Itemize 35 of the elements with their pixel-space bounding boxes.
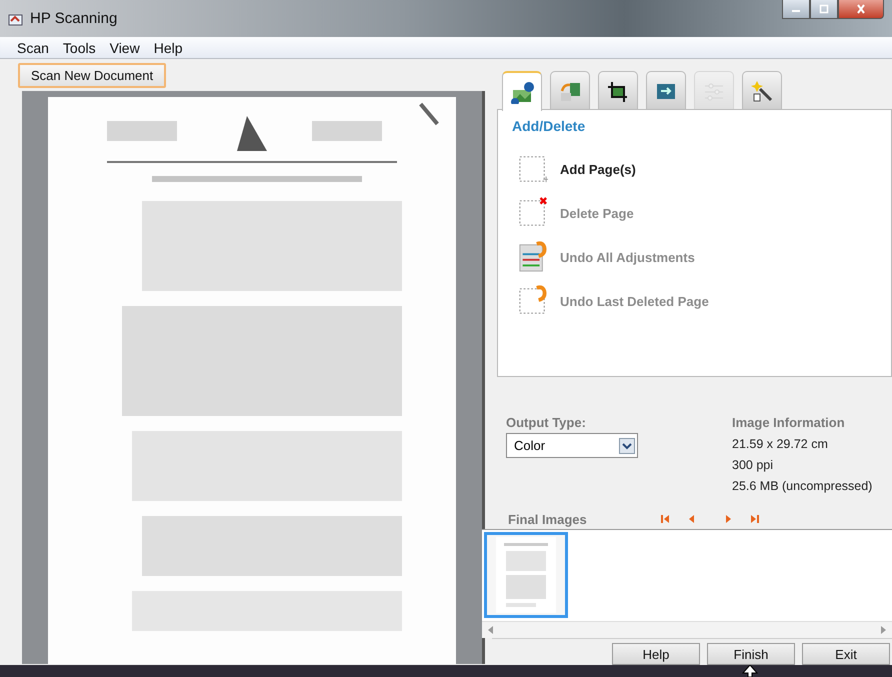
maximize-icon [818,4,830,14]
menu-item[interactable]: View [102,40,147,56]
output-type-label: Output Type: [506,415,587,430]
undo-sliders-icon [518,240,548,274]
magic-wand-icon [750,78,774,102]
menu-item[interactable]: Tools [56,40,103,56]
tab[interactable] [598,71,638,109]
dialog-button[interactable]: Finish [707,643,795,665]
maximize-button[interactable] [810,0,838,19]
scroll-right-icon[interactable] [880,626,886,634]
scan-new-document-button[interactable]: Scan New Document [18,63,166,88]
final-images-label: Final Images [508,512,588,526]
first-page-icon[interactable] [660,514,670,524]
page-thumbnail[interactable] [484,532,568,618]
tab[interactable] [742,71,782,109]
minimize-button[interactable] [782,0,810,19]
image-info-text: 300 ppi [732,458,774,472]
menu-item[interactable]: Scan [10,40,56,56]
dialog-button[interactable]: Help [612,643,700,665]
panel-title: Add/Delete [512,118,586,134]
close-button[interactable] [838,0,884,19]
close-icon [855,4,867,14]
image-info-text: 21.59 x 29.72 cm [732,437,829,451]
scroll-left-icon[interactable] [488,626,494,634]
dialog-button[interactable]: Exit [802,643,890,665]
tab[interactable] [502,71,542,111]
image-info-text: 25.6 MB (uncompressed) [732,479,872,493]
last-page-icon[interactable] [750,514,760,524]
image-information-label: Image Information [732,415,846,430]
mouse-cursor-icon [742,665,758,677]
menu-item[interactable]: Help [146,40,190,56]
add-image-icon [510,80,534,104]
output-type-dropdown[interactable]: Color [506,433,638,458]
window-title: HP Scanning [30,10,118,27]
action-link[interactable]: Add Page(s) [560,162,636,176]
